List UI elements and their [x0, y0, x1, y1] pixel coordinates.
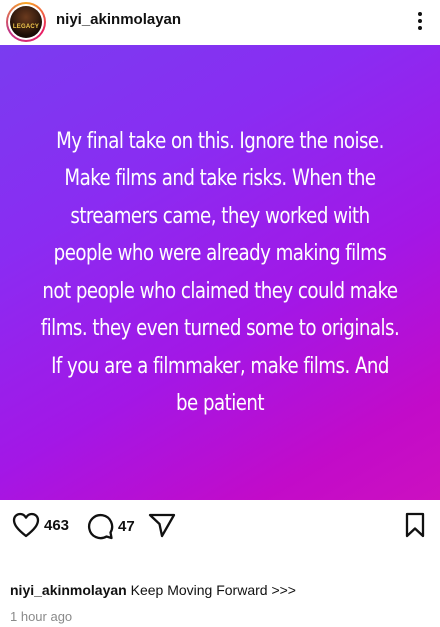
- post-timestamp: 1 hour ago: [10, 609, 73, 624]
- save-button[interactable]: [404, 512, 426, 538]
- more-options-button[interactable]: [412, 8, 428, 34]
- username[interactable]: niyi_akinmolayan: [56, 11, 181, 28]
- caption-text: Keep Moving Forward >>>: [130, 582, 296, 598]
- comment-icon: [87, 513, 114, 540]
- post-header: LEGACY niyi_akinmolayan: [0, 0, 440, 44]
- bookmark-icon: [405, 512, 425, 538]
- avatar[interactable]: LEGACY: [6, 2, 46, 42]
- caption: niyi_akinmolayan Keep Moving Forward >>>: [10, 582, 296, 598]
- comment-button[interactable]: 47: [86, 512, 135, 540]
- action-bar: 463 47: [0, 506, 440, 546]
- post-image[interactable]: My final take on this. Ignore the noise.…: [0, 45, 440, 500]
- like-button[interactable]: 463: [12, 512, 69, 538]
- share-button[interactable]: [148, 512, 176, 538]
- send-icon: [148, 513, 176, 538]
- like-count: 463: [44, 516, 70, 534]
- post-text: My final take on this. Ignore the noise.…: [40, 127, 400, 417]
- comment-count: 47: [118, 517, 135, 535]
- avatar-image: LEGACY: [10, 6, 42, 38]
- heart-icon: [12, 512, 40, 538]
- more-dots-icon: [418, 12, 422, 16]
- avatar-logo-text: LEGACY: [12, 24, 40, 30]
- caption-username[interactable]: niyi_akinmolayan: [10, 582, 127, 598]
